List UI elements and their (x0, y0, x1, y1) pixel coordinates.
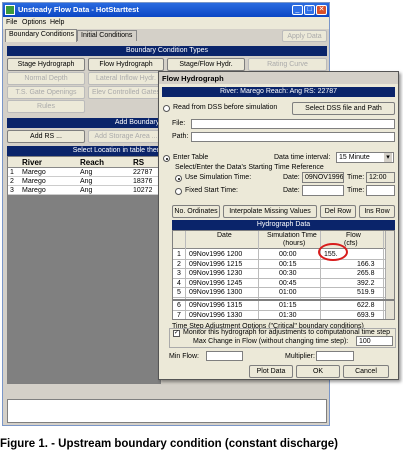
plot-data-button[interactable]: Plot Data (249, 365, 293, 378)
dialog-title[interactable]: Flow Hydrograph (159, 72, 398, 84)
col-date: Date (217, 232, 232, 239)
fixed-time-label: Time: (347, 187, 365, 194)
multiplier-label: Multiplier: (285, 353, 315, 360)
path-field[interactable] (191, 132, 395, 142)
close-icon[interactable]: ✕ (316, 5, 327, 15)
table-row[interactable]: 5 09Nov1996 1300 01:00 519.9 (173, 288, 388, 298)
col-sim-time: Simulation Time (267, 232, 317, 239)
col-river: River (22, 158, 43, 167)
read-dss-radio[interactable] (163, 105, 170, 112)
menu-bar: File Options Help (3, 17, 329, 29)
file-field[interactable] (191, 119, 395, 129)
fixed-start-radio[interactable] (175, 188, 182, 195)
normal-depth-button[interactable]: Normal Depth (7, 72, 85, 85)
ins-row-button[interactable]: Ins Row (359, 205, 395, 218)
sim-time-field: 12:00 (366, 172, 395, 183)
window-title: Unsteady Flow Data - HotStarttest (18, 5, 139, 14)
ok-button[interactable]: OK (296, 365, 340, 378)
rating-curve-button[interactable]: Rating Curve (248, 58, 327, 71)
location-table-head: River Reach RS (8, 157, 160, 168)
interval-label: Data time interval: (274, 154, 331, 161)
hydrograph-scrollbar-lower[interactable] (385, 301, 394, 319)
table-row[interactable]: 2 09Nov1996 1215 00:15 166.3 (173, 260, 388, 269)
elev-controlled-gates-button[interactable]: Elev Controlled Gates (88, 86, 164, 99)
monitor-label: Monitor this hydrograph for adjustments … (183, 329, 390, 336)
flow-hydrograph-button[interactable]: Flow Hydrograph (88, 58, 164, 71)
sim-date-field: 09NOV1996 (302, 172, 344, 183)
read-dss-label: Read from DSS before simulation (173, 104, 278, 111)
table-row[interactable]: 1 Marego Ang 22787 (8, 168, 160, 177)
add-rs-button[interactable]: Add RS ... (7, 130, 85, 143)
location-table: River Reach RS 1 Marego Ang 22787 2 Mare… (7, 156, 161, 384)
menu-options[interactable]: Options (22, 19, 46, 26)
date-label: Date: (283, 174, 300, 181)
hydrograph-header: Hydrograph Data (172, 220, 395, 230)
table-row[interactable]: 3 09Nov1996 1230 00:30 265.8 (173, 269, 388, 279)
hydrograph-scrollbar[interactable] (385, 231, 394, 299)
file-label: File: (172, 120, 186, 127)
min-flow-field[interactable] (206, 351, 243, 361)
flow-hydrograph-dialog: Flow Hydrograph River: Marego Reach: Ang… (158, 71, 399, 380)
maximize-icon[interactable]: □ (304, 5, 315, 15)
hydrograph-table: Date Simulation Time (hours) Flow (cfs) … (172, 230, 395, 300)
use-sim-radio[interactable] (175, 175, 182, 182)
tab-initial-conditions[interactable]: Initial Conditions (77, 30, 137, 41)
path-label: Path: (172, 133, 189, 140)
table-row[interactable]: 4 09Nov1996 1245 00:45 392.2 (173, 279, 388, 288)
max-change-label: Max Change in Flow (without changing tim… (193, 338, 349, 345)
menu-help[interactable]: Help (50, 19, 64, 26)
stage-flow-hydrograph-button[interactable]: Stage/Flow Hydr. (167, 58, 245, 71)
stage-hydrograph-button[interactable]: Stage Hydrograph (7, 58, 85, 71)
figure-caption: Figure 1. - Upstream boundary condition … (0, 438, 339, 450)
title-bar[interactable]: Unsteady Flow Data - HotStarttest _ □ ✕ (3, 3, 329, 17)
monitor-checkbox[interactable]: ✓ (173, 330, 180, 337)
max-change-field[interactable]: 100 (356, 336, 393, 346)
multiplier-field[interactable] (316, 351, 354, 361)
cancel-button[interactable]: Cancel (343, 365, 389, 378)
select-dss-button[interactable]: Select DSS file and Path (292, 102, 395, 115)
fixed-date-field[interactable] (302, 185, 344, 196)
del-row-button[interactable]: Del Row (320, 205, 356, 218)
table-row[interactable]: 1 09Nov1996 1200 00:00 155. (173, 250, 388, 260)
interval-value: 15 Minute (339, 154, 370, 161)
col-sim-unit: (hours) (283, 240, 306, 247)
min-flow-label: Min Flow: (169, 353, 199, 360)
enter-table-label: Enter Table (173, 154, 209, 161)
fixed-time-field[interactable] (366, 185, 395, 196)
menu-file[interactable]: File (6, 19, 17, 26)
lateral-inflow-button[interactable]: Lateral Inflow Hydr. (88, 72, 164, 85)
fixed-date-label: Date: (283, 187, 300, 194)
app-icon (5, 5, 15, 15)
interpolate-button[interactable]: Interpolate Missing Values (223, 205, 317, 218)
col-reach: Reach (80, 158, 105, 167)
col-rs: RS (133, 158, 145, 167)
hydrograph-table-head: Date Simulation Time (hours) Flow (cfs) (173, 231, 394, 249)
bc-types-header: Boundary Condition Types (7, 46, 327, 56)
interval-select[interactable]: 15 Minute ▾ (336, 152, 394, 163)
highlight-circle (318, 243, 348, 261)
table-row[interactable]: 7 09Nov1996 1330 01:30 693.9 (173, 311, 388, 320)
minimize-icon[interactable]: _ (292, 5, 303, 15)
status-box (7, 399, 327, 423)
time-label: Time: (347, 174, 365, 181)
ts-gate-openings-button[interactable]: T.S. Gate Openings (7, 86, 85, 99)
use-sim-label: Use Simulation Time: (185, 174, 252, 181)
enter-table-radio[interactable] (163, 155, 170, 162)
apply-data-button[interactable]: Apply Data (282, 30, 327, 42)
fixed-start-label: Fixed Start Time: (185, 187, 238, 194)
rules-button[interactable]: Rules (7, 100, 85, 113)
location-banner: River: Marego Reach: Ang RS: 22787 (162, 87, 395, 97)
col-flow-unit: (cfs) (344, 240, 358, 247)
table-row[interactable]: 6 09Nov1996 1315 01:15 622.8 (173, 301, 388, 311)
start-ref-label: Select/Enter the Data's Starting Time Re… (175, 164, 324, 171)
hydrograph-table-continued: 6 09Nov1996 1315 01:15 622.8 7 09Nov1996… (172, 300, 395, 320)
table-row[interactable]: 2 Marego Ang 18376 (8, 177, 160, 186)
table-row[interactable]: 3 Marego Ang 10272 (8, 186, 160, 195)
add-storage-area-button[interactable]: Add Storage Area ... (88, 130, 164, 143)
chevron-down-icon[interactable]: ▾ (384, 153, 392, 162)
col-flow: Flow (346, 232, 361, 239)
tab-boundary-conditions[interactable]: Boundary Conditions (5, 29, 77, 42)
no-ordinates-button[interactable]: No. Ordinates (172, 205, 220, 218)
